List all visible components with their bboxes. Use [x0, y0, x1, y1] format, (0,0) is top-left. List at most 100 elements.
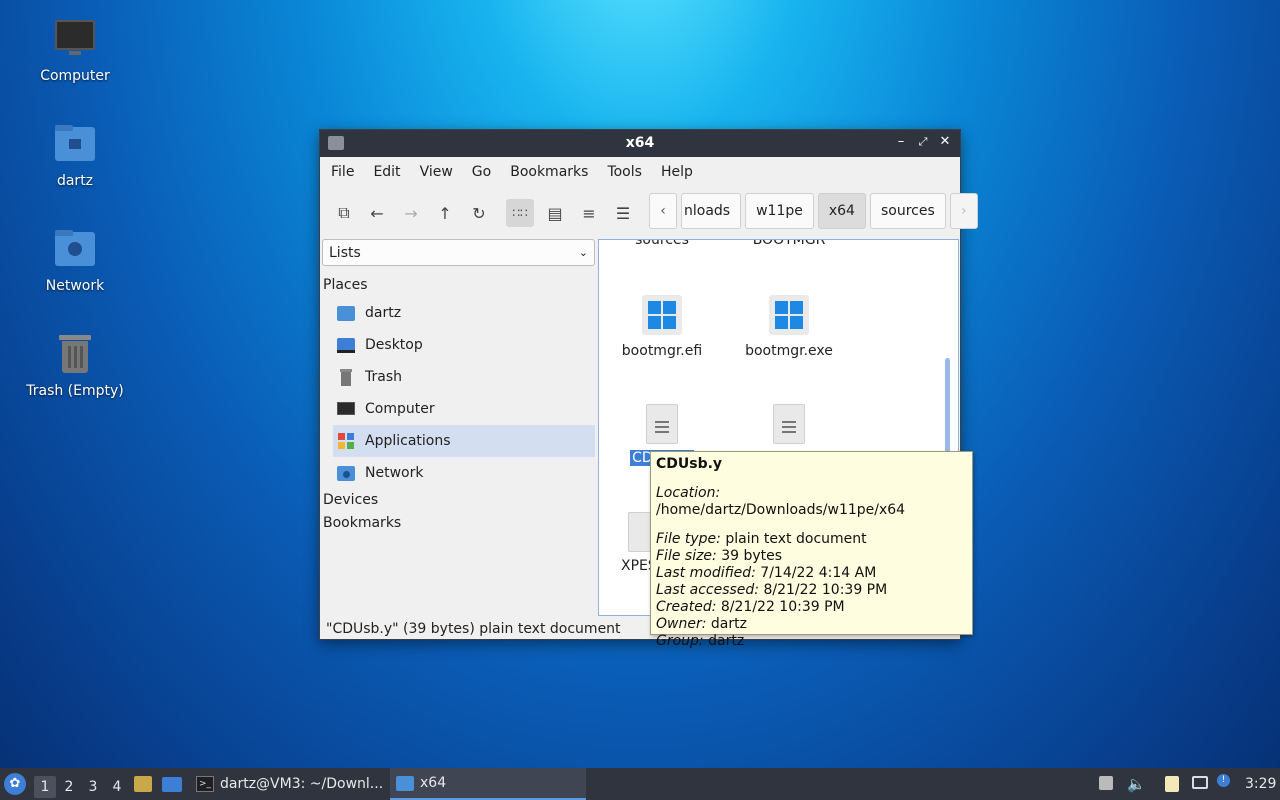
tooltip-value: 8/21/22 10:39 PM [716, 599, 845, 615]
desktop-icon-label: dartz [56, 173, 94, 189]
chevron-down-icon: ⌄ [578, 246, 588, 259]
side-pane: Lists ⌄ Places dartz Desktop Trash Compu… [321, 239, 596, 612]
place-trash[interactable]: Trash [321, 361, 595, 393]
tooltip-label: Last modified: [656, 565, 756, 581]
desktop-icon-label: Network [45, 278, 105, 294]
tooltip-created: Created: 8/21/22 10:39 PM [656, 599, 967, 616]
path-crumb-downloads[interactable]: nloads [681, 193, 742, 229]
network-folder-icon [53, 228, 97, 272]
compact-view-button[interactable]: ≡ [575, 199, 603, 227]
computer-icon [53, 18, 97, 62]
desktop-icon-network[interactable]: Network [15, 228, 135, 294]
forward-button[interactable]: → [397, 199, 425, 227]
volume-icon[interactable]: 🔈 [1127, 776, 1146, 792]
home-folder-icon [337, 304, 355, 322]
back-button[interactable]: ← [363, 199, 391, 227]
terminal-icon: >_ [196, 776, 214, 792]
notification-icon[interactable]: ! [1217, 774, 1233, 790]
side-pane-mode-select[interactable]: Lists ⌄ [322, 239, 595, 266]
tooltip-filetype: File type: plain text document [656, 531, 967, 548]
desktop-icon-trash[interactable]: Trash (Empty) [15, 333, 135, 399]
chevron-right-icon: › [960, 203, 967, 219]
desktop-icon-home[interactable]: dartz [15, 123, 135, 189]
place-label: Applications [365, 433, 451, 449]
path-scroll-right-button[interactable]: › [949, 193, 978, 229]
bookmarks-header[interactable]: Bookmarks [321, 512, 596, 535]
reload-button[interactable]: ↻ [465, 199, 493, 227]
file-item[interactable]: BOOTMGR [729, 239, 849, 248]
path-bar: ‹ nloads w11pe x64 sources › [649, 193, 978, 229]
place-label: Computer [365, 401, 435, 417]
path-crumb-w11pe[interactable]: w11pe [745, 193, 814, 229]
new-tab-button[interactable]: ⧉ [330, 199, 358, 227]
file-item[interactable]: sources [602, 240, 722, 248]
detailed-view-button[interactable]: ☰ [609, 199, 637, 227]
task-terminal[interactable]: >_ dartz@VM3: ~/Downl... [190, 768, 386, 800]
network-status-icon[interactable] [1192, 776, 1208, 792]
tooltip-file-name: CDUsb.y [656, 456, 723, 472]
menu-bookmarks[interactable]: Bookmarks [509, 164, 600, 180]
place-desktop[interactable]: Desktop [321, 329, 595, 361]
place-network[interactable]: Network [321, 457, 595, 489]
file-manager-launcher[interactable] [134, 768, 152, 800]
file-item[interactable] [729, 404, 849, 450]
close-button[interactable]: ✕ [938, 134, 952, 150]
path-scroll-left-button[interactable]: ‹ [649, 193, 677, 229]
desktop-folder-icon [337, 336, 355, 354]
chevron-left-icon: ‹ [660, 203, 666, 219]
clipboard-icon[interactable] [1165, 776, 1181, 792]
tooltip-group: Group: dartz [656, 633, 967, 650]
menu-file[interactable]: File [330, 164, 366, 180]
windows-icon [769, 295, 809, 335]
thumbnail-view-button[interactable]: ▤ [541, 199, 569, 227]
tooltip-accessed: Last accessed: 8/21/22 10:39 PM [656, 582, 967, 599]
task-label: dartz@VM3: ~/Downl... [220, 776, 384, 792]
menu-view[interactable]: View [419, 164, 465, 180]
file-name: bootmgr.exe [745, 343, 833, 359]
minimize-button[interactable]: – [894, 134, 908, 150]
tooltip-value: 8/21/22 10:39 PM [759, 582, 888, 598]
desktop-icon [162, 776, 182, 792]
side-pane-mode-value: Lists [329, 244, 361, 261]
path-crumb-x64[interactable]: x64 [817, 193, 866, 229]
file-item[interactable]: bootmgr.exe [729, 295, 849, 359]
scrollbar-thumb[interactable] [945, 358, 950, 458]
workspace-1[interactable]: 1 [34, 775, 56, 798]
start-menu-button[interactable]: ✿ [4, 768, 26, 800]
maximize-button[interactable]: ⤢ [916, 134, 930, 150]
network-folder-icon [337, 464, 355, 482]
clock[interactable]: 3:29 [1245, 768, 1276, 800]
reload-icon: ↻ [472, 203, 486, 223]
workspace-4[interactable]: 4 [106, 776, 128, 798]
file-item[interactable]: bootmgr.efi [602, 295, 722, 359]
path-crumb-sources[interactable]: sources [869, 193, 946, 229]
tooltip-label: Created: [656, 599, 717, 615]
show-desktop-button[interactable] [162, 768, 182, 800]
menu-edit[interactable]: Edit [372, 164, 412, 180]
place-applications[interactable]: Applications [333, 425, 595, 457]
devices-header[interactable]: Devices [321, 489, 596, 512]
windows-icon [642, 295, 682, 335]
list-icon: ☰ [615, 203, 631, 223]
places-header[interactable]: Places [321, 274, 596, 297]
tooltip-value: dartz [706, 616, 747, 632]
file-name: BOOTMGR [752, 239, 826, 248]
menu-go[interactable]: Go [471, 164, 503, 180]
app-menu-icon: ✿ [4, 773, 26, 795]
trash-icon [53, 333, 97, 377]
new-tab-icon: ⧉ [338, 203, 350, 222]
status-bar: "CDUsb.y" (39 bytes) plain text document [326, 621, 621, 637]
menu-help[interactable]: Help [660, 164, 705, 180]
task-file-manager[interactable]: x64 [390, 768, 586, 800]
icon-view-button[interactable]: ∷∷ [506, 199, 534, 227]
workspace-3[interactable]: 3 [82, 776, 104, 798]
place-dartz[interactable]: dartz [321, 297, 595, 329]
workspace-2[interactable]: 2 [58, 776, 80, 798]
place-computer[interactable]: Computer [321, 393, 595, 425]
menu-tools[interactable]: Tools [606, 164, 654, 180]
desktop-icon-computer[interactable]: Computer [15, 18, 135, 84]
tooltip-label: Location: [656, 485, 721, 501]
window-titlebar[interactable]: x64 – ⤢ ✕ [320, 130, 960, 157]
up-button[interactable]: ↑ [431, 199, 459, 227]
eject-icon[interactable] [1099, 776, 1115, 792]
